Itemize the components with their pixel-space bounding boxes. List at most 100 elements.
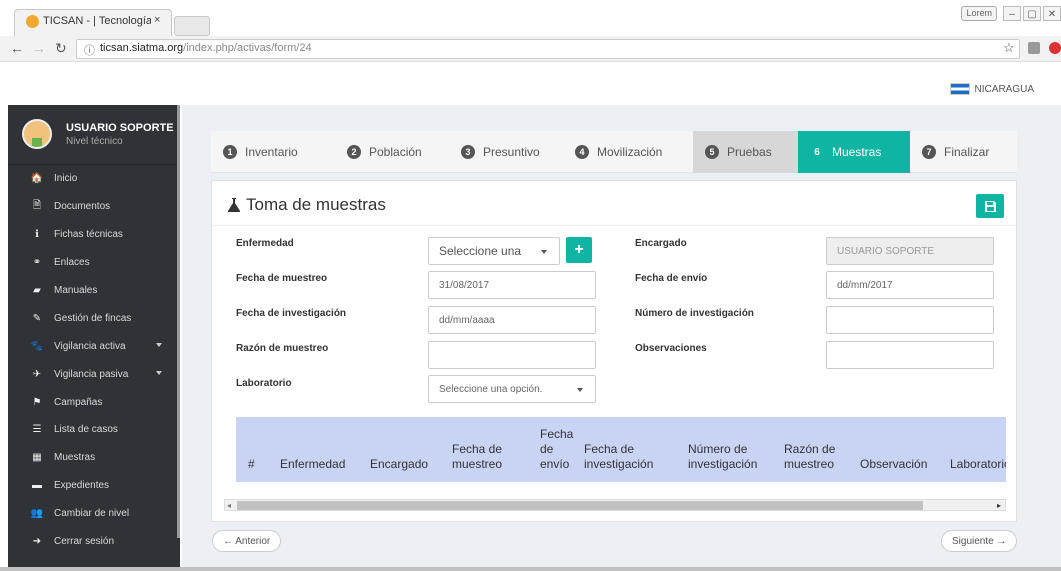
- step-number: 7: [922, 145, 936, 159]
- menu-icon: ℹ: [35, 229, 39, 241]
- tab-step-5[interactable]: 5 Pruebas: [693, 131, 798, 173]
- fecha-muestreo-label: Fecha de muestreo: [236, 273, 328, 284]
- tab-step-1[interactable]: 1 Inventario: [211, 131, 335, 173]
- table-header-cell[interactable]: Razón de muestreo: [772, 417, 848, 482]
- url-text[interactable]: ticsan.siatma.org/index.php/activas/form…: [100, 42, 312, 54]
- menu-icon: ✈: [32, 368, 42, 380]
- sidebar-item-label: Vigilancia activa: [54, 340, 126, 352]
- scroll-left-icon[interactable]: ◂: [227, 501, 231, 510]
- numero-investigacion-field[interactable]: [826, 306, 994, 334]
- table-header-cell[interactable]: Enfermedad: [268, 417, 358, 482]
- step-label: Población: [369, 145, 422, 159]
- tab-step-2[interactable]: 2 Población: [335, 131, 449, 173]
- info-icon[interactable]: ⓘ: [84, 42, 95, 58]
- step-label: Pruebas: [727, 145, 772, 159]
- step-label: Inventario: [245, 145, 298, 159]
- sidebar-item-label: Muestras: [54, 452, 96, 464]
- table-header-cell[interactable]: Encargado: [358, 417, 440, 482]
- sidebar-item-6[interactable]: 🐾 Vigilancia activa: [8, 332, 180, 360]
- maximize-icon[interactable]: ▢: [1023, 6, 1041, 21]
- tab-step-6[interactable]: 6 Muestras: [798, 131, 910, 173]
- menu-icon: ▬: [32, 480, 42, 492]
- menu-icon: ▰: [33, 285, 41, 296]
- tab-close-icon[interactable]: ×: [154, 14, 160, 26]
- tab-step-4[interactable]: 4 Movilización: [563, 131, 693, 173]
- scroll-right-icon[interactable]: ▸: [997, 501, 1001, 510]
- table-header-cell[interactable]: Laboratorio: [938, 417, 1006, 482]
- table-header-cell[interactable]: Número de investigación: [676, 417, 772, 482]
- fecha-investigacion-field[interactable]: dd/mm/aaaa: [428, 306, 596, 334]
- save-button[interactable]: [976, 194, 1004, 218]
- table-header-cell[interactable]: #: [236, 417, 268, 482]
- user-level: Nivel técnico: [66, 136, 123, 147]
- profile-badge[interactable]: Lorem: [961, 6, 997, 21]
- enfermedad-select[interactable]: Seleccione una: [428, 237, 560, 265]
- numero-investigacion-label: Número de investigación: [635, 308, 754, 319]
- table-header-cell[interactable]: Fecha de envío: [528, 417, 573, 482]
- menu-icon: 🏠: [30, 173, 44, 185]
- enfermedad-value: Seleccione una: [439, 244, 522, 258]
- previous-button[interactable]: ← Anterior: [212, 530, 282, 552]
- url-host: ticsan.siatma.org: [100, 42, 184, 54]
- sidebar-item-0[interactable]: 🏠 Inicio: [8, 165, 180, 193]
- sidebar-item-label: Manuales: [54, 285, 98, 296]
- sidebar-scrollbar[interactable]: [177, 105, 180, 538]
- step-label: Finalizar: [944, 145, 990, 159]
- extension-red-icon[interactable]: [1049, 42, 1061, 54]
- fecha-envio-label: Fecha de envío: [635, 273, 708, 284]
- back-arrow-icon[interactable]: ←: [10, 40, 24, 56]
- sidebar-item-5[interactable]: ✎ Gestión de fincas: [8, 304, 180, 332]
- table-header-cell[interactable]: Fecha de investigación: [572, 417, 676, 482]
- close-window-icon[interactable]: ✕: [1043, 6, 1061, 21]
- table-header-cell[interactable]: Observación: [848, 417, 938, 482]
- add-enfermedad-button[interactable]: +: [566, 237, 592, 263]
- fecha-envio-field[interactable]: dd/mm/2017: [826, 271, 994, 299]
- avatar: [22, 119, 52, 149]
- observaciones-label: Observaciones: [635, 343, 707, 354]
- sidebar-item-10[interactable]: ▦ Muestras: [8, 444, 180, 472]
- encargado-label: Encargado: [635, 238, 687, 249]
- encargado-field: USUARIO SOPORTE: [826, 237, 994, 265]
- menu-icon: ⚭: [32, 257, 42, 269]
- sidebar-item-3[interactable]: ⚭ Enlaces: [8, 249, 180, 277]
- laboratorio-label: Laboratorio: [236, 378, 292, 389]
- forward-arrow-icon[interactable]: →: [32, 40, 46, 56]
- sidebar-item-12[interactable]: 👥 Cambiar de nivel: [8, 500, 180, 528]
- tab-step-7[interactable]: 7 Finalizar: [910, 131, 1017, 173]
- sidebar-item-9[interactable]: ☰ Lista de casos: [8, 416, 180, 444]
- sidebar-item-13[interactable]: ➜ Cerrar sesión: [8, 528, 180, 556]
- observaciones-field[interactable]: [826, 341, 994, 369]
- country-selector[interactable]: NICARAGUA: [949, 83, 1034, 95]
- country-label: NICARAGUA: [974, 83, 1034, 95]
- chevron-down-icon: [541, 250, 547, 254]
- menu-icon: ▦: [32, 452, 42, 464]
- new-tab-button[interactable]: [174, 16, 210, 36]
- sidebar-item-4[interactable]: ▰ Manuales: [8, 277, 180, 305]
- next-button[interactable]: Siguiente →: [941, 530, 1018, 552]
- table-horizontal-scrollbar[interactable]: ◂ ▸: [224, 499, 1006, 511]
- sidebar-menu: 🏠 Inicio 🗎 Documentos ℹ Fichas técnicas ⚭ Enlac…: [8, 165, 180, 555]
- step-label: Muestras: [832, 145, 882, 159]
- table-header-row: # Enfermedad Encargado Fecha de muestreo Fec…: [236, 417, 1006, 482]
- sidebar-item-7[interactable]: ✈ Vigilancia pasiva: [8, 360, 180, 388]
- sidebar-item-8[interactable]: ⚑ Campañas: [8, 388, 180, 416]
- star-icon[interactable]: ☆: [1003, 40, 1015, 56]
- fecha-muestreo-field[interactable]: 31/08/2017: [428, 271, 596, 299]
- menu-icon: ☰: [32, 424, 42, 436]
- sidebar-item-1[interactable]: 🗎 Documentos: [8, 193, 180, 221]
- razon-muestreo-field[interactable]: [428, 341, 596, 369]
- reload-icon[interactable]: ↻: [55, 40, 67, 57]
- tab-step-3[interactable]: 3 Presuntivo: [449, 131, 569, 173]
- sidebar-item-11[interactable]: ▬ Expedientes: [8, 472, 180, 500]
- extension-icon[interactable]: [1028, 42, 1040, 54]
- laboratorio-select[interactable]: Seleccione una opción.: [428, 375, 596, 403]
- scroll-thumb[interactable]: [237, 501, 923, 510]
- minimize-icon[interactable]: –: [1003, 6, 1021, 21]
- table-header-cell[interactable]: Fecha de muestreo: [440, 417, 528, 482]
- menu-icon: ✎: [32, 312, 42, 324]
- flask-icon: [228, 198, 240, 212]
- panel-divider: [212, 225, 1016, 226]
- sidebar-item-label: Inicio: [54, 173, 78, 185]
- page-horizontal-scrollbar[interactable]: [0, 567, 1061, 571]
- sidebar-item-2[interactable]: ℹ Fichas técnicas: [8, 221, 180, 249]
